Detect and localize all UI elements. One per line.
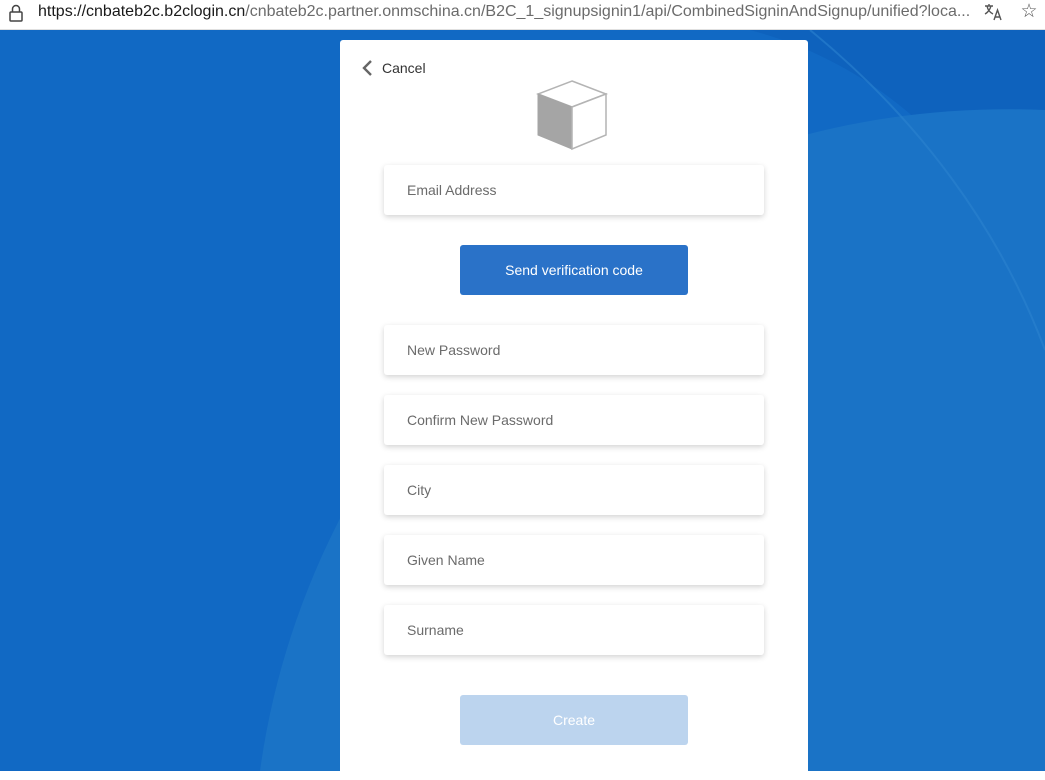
translate-icon[interactable] <box>983 2 1003 22</box>
browser-address-bar: https://cnbateb2c.b2clogin.cn/cnbateb2c.… <box>0 0 1045 30</box>
star-icon[interactable]: ☆ <box>1018 2 1040 24</box>
email-field[interactable] <box>384 165 764 215</box>
cancel-link[interactable]: Cancel <box>360 57 426 79</box>
url-path: /cnbateb2c.partner.onmschina.cn/B2C_1_si… <box>245 3 971 20</box>
cube-logo-icon <box>536 80 609 151</box>
lock-icon[interactable] <box>6 3 26 23</box>
surname-field[interactable] <box>384 605 764 655</box>
signup-card: Cancel Send verification code Create <box>340 40 808 780</box>
new-password-field[interactable] <box>384 325 764 375</box>
confirm-password-field[interactable] <box>384 395 764 445</box>
create-button[interactable]: Create <box>460 695 688 745</box>
send-verification-code-button[interactable]: Send verification code <box>460 245 688 295</box>
url-field[interactable]: https://cnbateb2c.b2clogin.cn/cnbateb2c.… <box>38 3 973 21</box>
url-host: https://cnbateb2c.b2clogin.cn <box>38 3 246 20</box>
city-field[interactable] <box>384 465 764 515</box>
given-name-field[interactable] <box>384 535 764 585</box>
chevron-left-icon <box>362 60 372 76</box>
cancel-label: Cancel <box>382 60 426 76</box>
